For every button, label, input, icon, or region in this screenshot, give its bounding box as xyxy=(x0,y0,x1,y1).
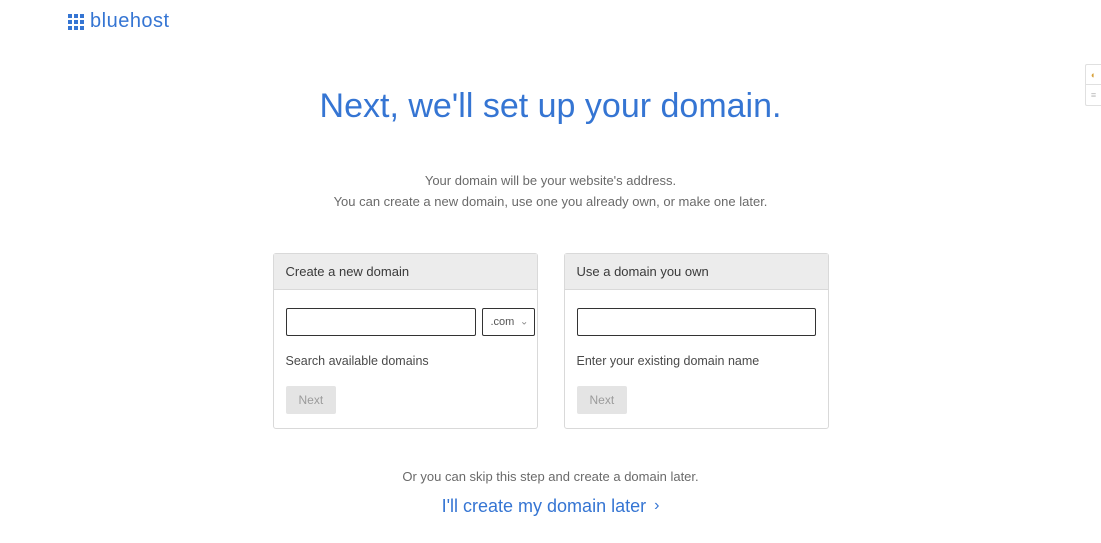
create-domain-input-row: .com ⌄ xyxy=(286,308,525,336)
brand-name: bluehost xyxy=(90,10,170,33)
page-title: Next, we'll set up your domain. xyxy=(0,87,1101,126)
new-domain-input[interactable] xyxy=(286,308,476,336)
own-domain-header: Use a domain you own xyxy=(565,254,828,290)
own-domain-input[interactable] xyxy=(577,308,816,336)
side-widget[interactable]: ◐ ≡ xyxy=(1085,64,1101,106)
subtitle-line-1: Your domain will be your website's addre… xyxy=(0,171,1101,192)
skip-text: Or you can skip this step and create a d… xyxy=(0,469,1101,484)
create-domain-body: .com ⌄ Search available domains Next xyxy=(274,290,537,428)
chevron-right-icon: › xyxy=(654,497,659,515)
own-domain-card: Use a domain you own Enter your existing… xyxy=(564,253,829,429)
own-domain-helper: Enter your existing domain name xyxy=(577,354,816,368)
page-subtitle: Your domain will be your website's addre… xyxy=(0,171,1101,213)
own-domain-body: Enter your existing domain name Next xyxy=(565,290,828,428)
create-later-link[interactable]: I'll create my domain later › xyxy=(442,496,660,517)
create-domain-helper: Search available domains xyxy=(286,354,525,368)
tld-select[interactable]: .com ⌄ xyxy=(482,308,536,336)
create-later-label: I'll create my domain later xyxy=(442,496,647,517)
domain-cards-row: Create a new domain .com ⌄ Search availa… xyxy=(0,253,1101,429)
side-widget-top-icon[interactable]: ◐ xyxy=(1086,65,1101,85)
bluehost-grid-icon xyxy=(68,14,84,30)
own-domain-input-row xyxy=(577,308,816,336)
create-domain-header: Create a new domain xyxy=(274,254,537,290)
skip-section: Or you can skip this step and create a d… xyxy=(0,469,1101,517)
tld-selected-value: .com xyxy=(491,316,515,328)
side-widget-bottom-icon[interactable]: ≡ xyxy=(1086,85,1101,105)
create-domain-card: Create a new domain .com ⌄ Search availa… xyxy=(273,253,538,429)
header: bluehost xyxy=(0,0,1101,33)
subtitle-line-2: You can create a new domain, use one you… xyxy=(0,192,1101,213)
chevron-down-icon: ⌄ xyxy=(520,316,528,327)
create-domain-next-button[interactable]: Next xyxy=(286,386,337,414)
own-domain-next-button[interactable]: Next xyxy=(577,386,628,414)
